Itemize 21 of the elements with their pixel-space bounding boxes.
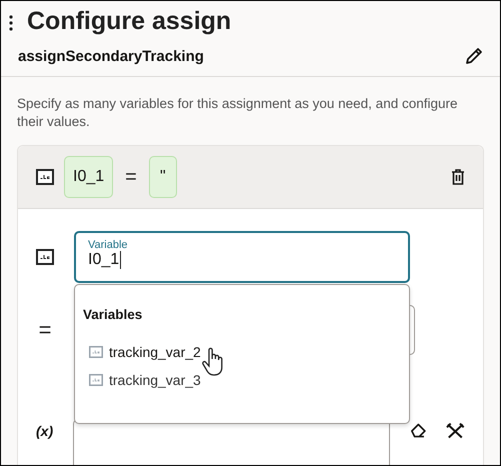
equals-sign: = bbox=[38, 317, 52, 343]
variable-option[interactable]: tracking_var_3 bbox=[83, 366, 401, 394]
text-type-icon bbox=[36, 249, 54, 265]
dropdown-heading: Variables bbox=[83, 307, 144, 322]
value-chip[interactable]: " bbox=[148, 156, 177, 198]
panel-title: Configure assign bbox=[27, 7, 232, 36]
tools-icon[interactable] bbox=[446, 422, 465, 440]
hand-cursor-icon bbox=[201, 347, 225, 377]
assign-name: assignSecondaryTracking bbox=[18, 48, 204, 64]
more-icon[interactable] bbox=[9, 14, 13, 30]
variable-field[interactable]: Variable I0_1 bbox=[74, 231, 410, 283]
description-text: Specify as many variables for this assignment as you need, and configure their values. bbox=[17, 95, 458, 131]
eraser-icon[interactable] bbox=[410, 422, 426, 440]
equals-sign: = bbox=[124, 166, 138, 188]
text-type-icon bbox=[89, 374, 103, 386]
text-type-icon bbox=[89, 346, 103, 358]
trash-icon[interactable] bbox=[451, 169, 465, 185]
expression-label: (x) bbox=[36, 423, 54, 439]
text-type-icon bbox=[36, 169, 54, 185]
pencil-icon[interactable] bbox=[464, 46, 484, 66]
target-variable[interactable]: I0_1 bbox=[64, 156, 114, 198]
